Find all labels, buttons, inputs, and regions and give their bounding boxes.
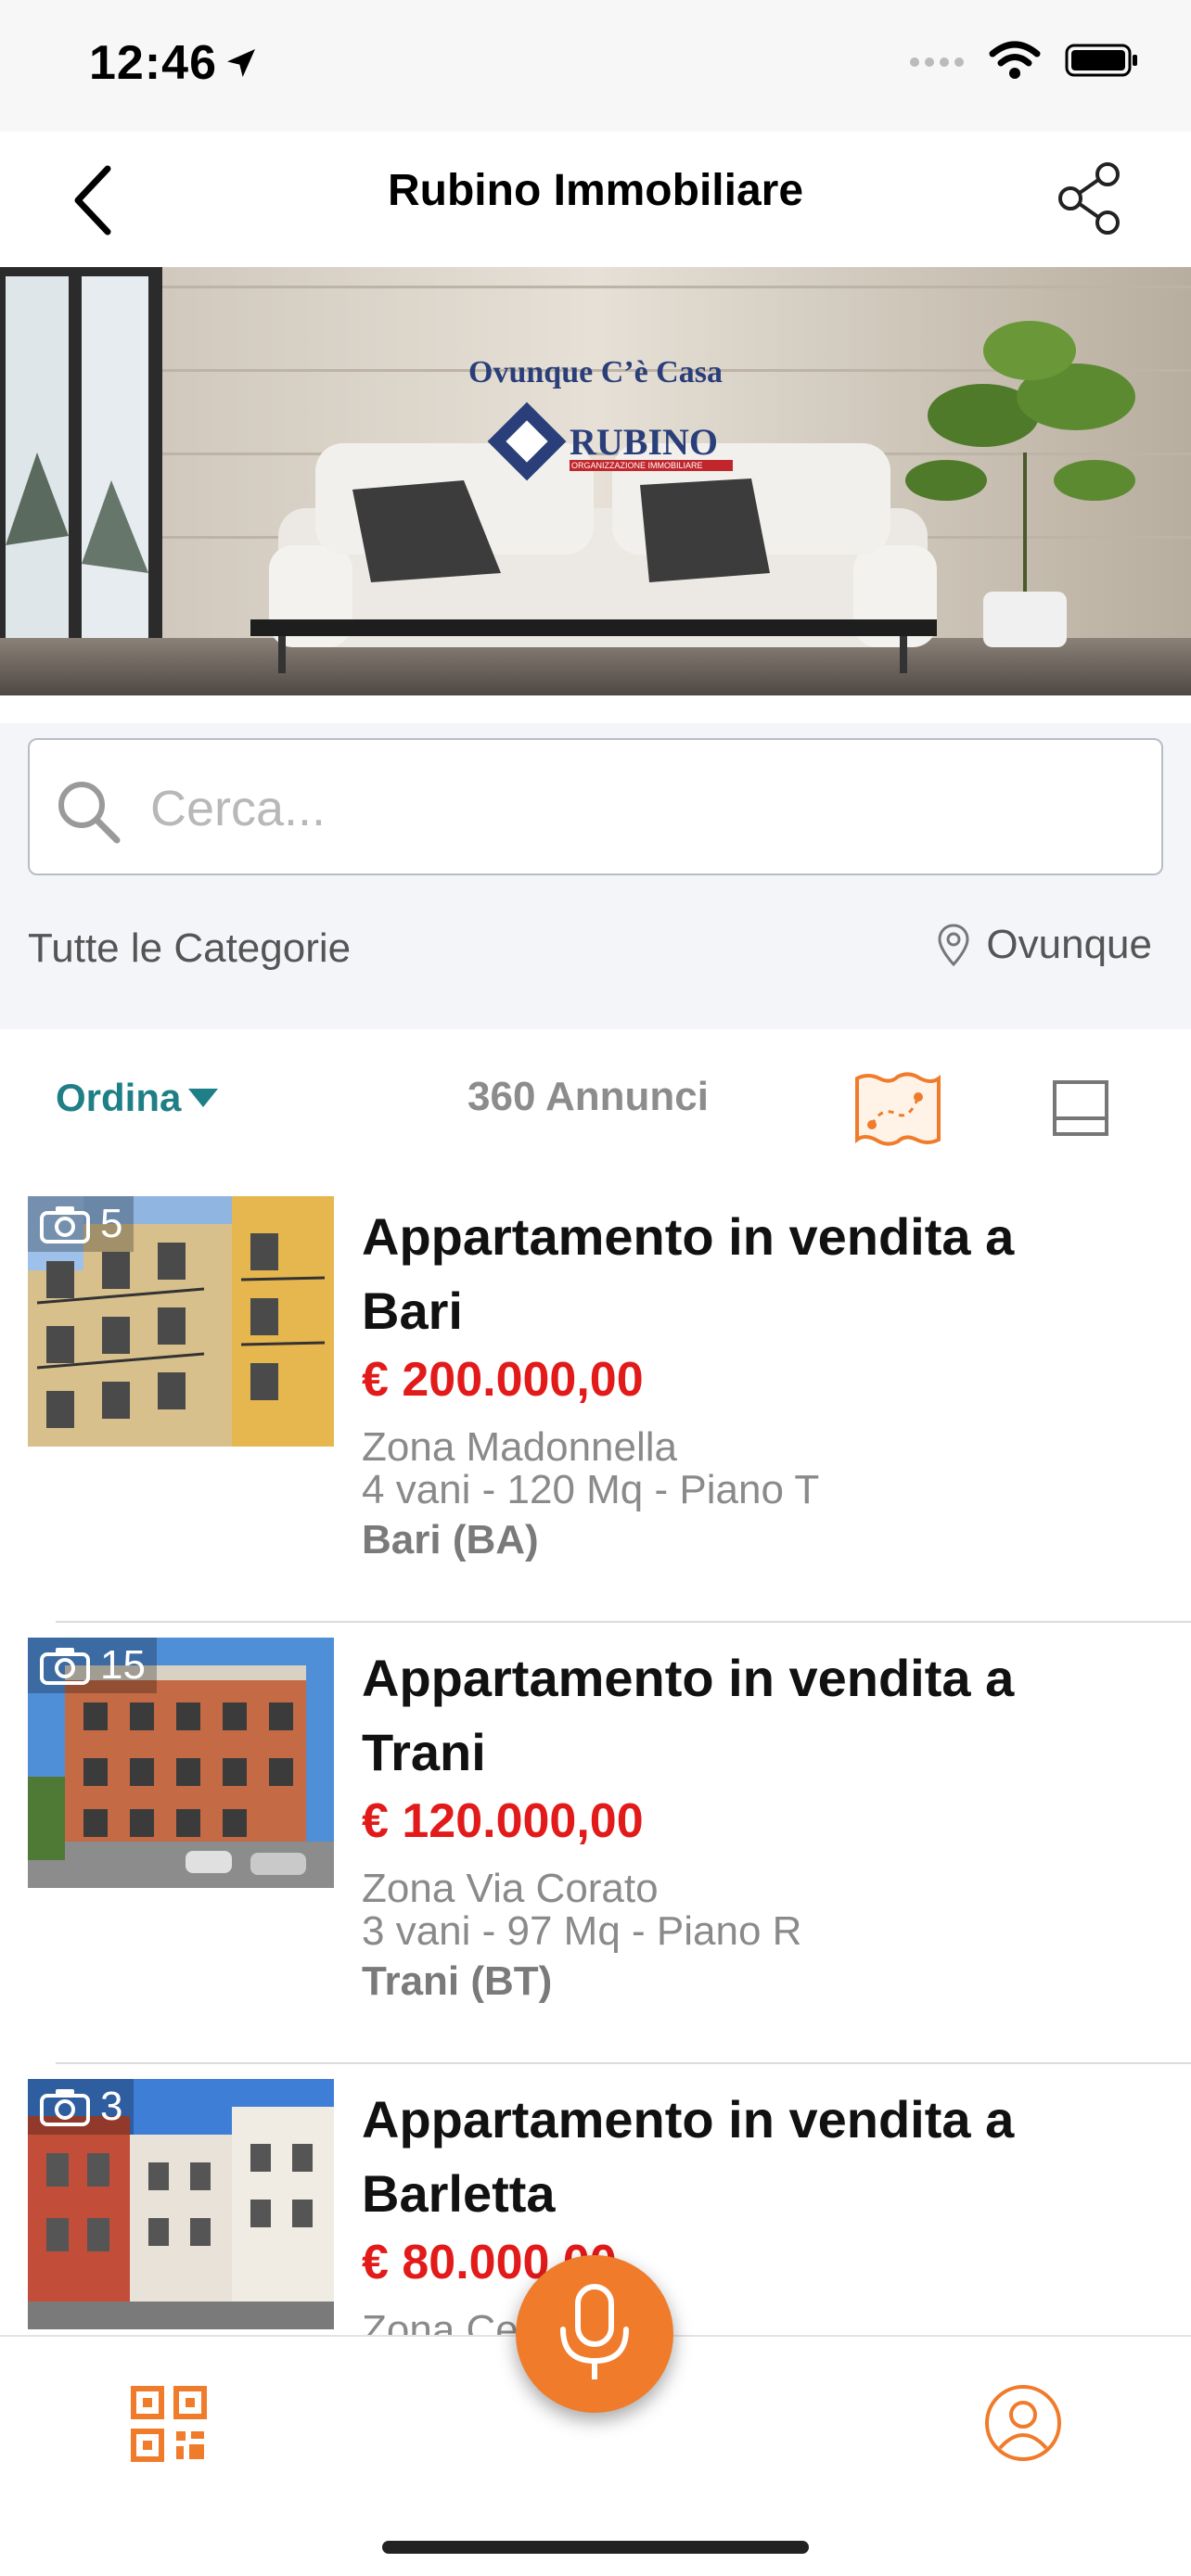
listing-price: € 200.000,00 [362,1353,644,1407]
listing-specs: 4 vani - 120 Mq - Piano T [362,1467,820,1512]
search-box[interactable] [28,738,1163,875]
sort-button[interactable]: Ordina [56,1076,220,1120]
location-pin-icon [938,924,969,966]
listing-price: € 120.000,00 [362,1794,644,1848]
location-filter-label: Ovunque [986,922,1152,967]
voice-search-button[interactable] [516,2255,673,2413]
battery-icon [1065,44,1137,77]
photo-count: 5 [100,1201,123,1246]
listing-item[interactable]: 5 Appartamento in vendita a Bari € 200.0… [0,1181,1191,1623]
view-toggle-button[interactable] [1039,1066,1122,1150]
listing-thumbnail[interactable]: 3 [28,2079,334,2329]
qr-code-icon[interactable] [130,2385,208,2463]
profile-icon[interactable] [983,2383,1063,2463]
search-input[interactable] [150,768,1133,849]
photo-count: 3 [100,2084,123,2129]
photo-count: 15 [100,1642,146,1688]
location-filter[interactable]: Ovunque [938,922,1152,968]
listing-item[interactable]: 15 Appartamento in vendita a Trani € 120… [0,1623,1191,2064]
listing-city: Bari (BA) [362,1517,539,1562]
navigation-bar: Rubino Immobiliare [0,132,1191,267]
status-bar: 12:46 [0,0,1191,132]
banner-brand-sub: ORGANIZZAZIONE IMMOBILIARE [571,461,703,470]
share-icon [1058,162,1120,235]
wifi-icon [989,41,1041,79]
location-arrow-icon [227,49,255,77]
banner-image: Ovunque C’è Casa RUBINO ORGANIZZAZIONE I… [0,267,1191,695]
search-icon [58,782,121,844]
agency-banner: Ovunque C’è Casa RUBINO ORGANIZZAZIONE I… [0,267,1191,695]
listing-specs: 3 vani - 97 Mq - Piano R [362,1908,802,1954]
camera-icon [40,1206,90,1243]
camera-icon [40,1648,90,1685]
home-indicator [382,2541,809,2554]
map-view-button[interactable] [844,1063,952,1155]
listing-title[interactable]: Appartamento in vendita a Barletta [362,2083,1122,2231]
listing-city: Trani (BT) [362,1958,553,2004]
category-filter[interactable]: Tutte le Categorie [28,925,351,972]
results-toolbar: Ordina 360 Annunci [0,1029,1191,1181]
caret-down-icon [188,1089,219,1107]
page-title: Rubino Immobiliare [387,166,804,215]
map-icon [855,1072,941,1146]
share-button[interactable] [1046,154,1135,243]
listing-title[interactable]: Appartamento in vendita a Bari [362,1200,1122,1348]
banner-tagline: Ovunque C’è Casa [468,355,723,389]
photo-count-badge: 15 [28,1638,157,1693]
view-toggle-icon [1053,1080,1108,1136]
results-count: 360 Annunci [467,1074,709,1119]
search-area: Tutte le Categorie Ovunque [0,723,1191,1029]
photo-count-badge: 5 [28,1196,134,1252]
camera-icon [40,2089,90,2126]
listing-zone: Zona Madonnella [362,1424,678,1470]
listing-title[interactable]: Appartamento in vendita a Trani [362,1641,1122,1790]
signal-icon [910,57,964,67]
sort-label: Ordina [56,1076,182,1119]
microphone-icon [560,2284,629,2379]
banner-brand: RUBINO [570,421,718,463]
listing-thumbnail[interactable]: 15 [28,1638,334,1888]
listing-zone: Zona Via Corato [362,1866,659,1911]
listing-thumbnail[interactable]: 5 [28,1196,334,1447]
status-time: 12:46 [89,36,217,90]
photo-count-badge: 3 [28,2079,134,2135]
status-indicators [909,41,1139,80]
